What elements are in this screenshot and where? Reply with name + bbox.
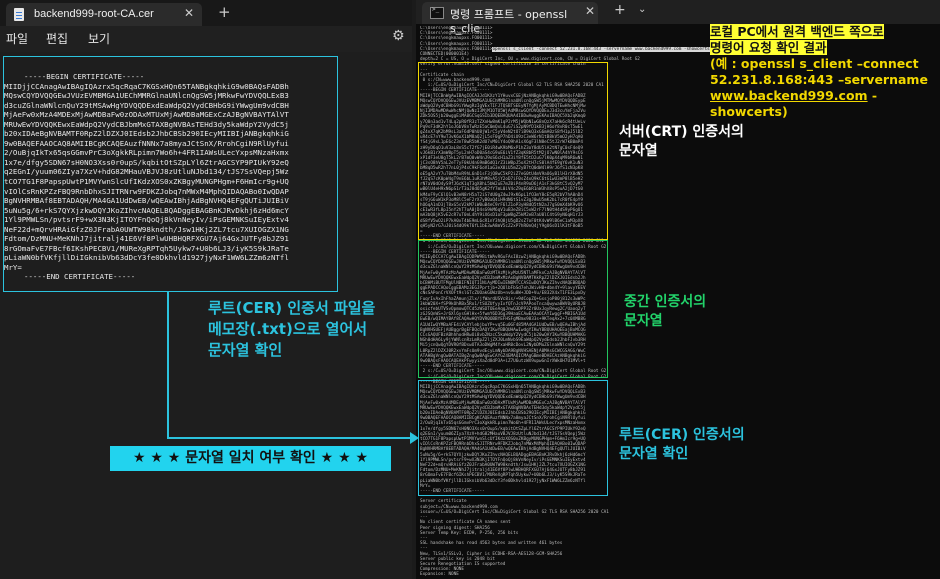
intermediate-cert-label: 중간 인증서의 문자열	[624, 293, 706, 331]
notepad-menu-bar: 파일 편집 보기 ⚙	[0, 26, 412, 50]
server-cert-label-line-1: 서버(CRT) 인증서의	[619, 124, 744, 140]
notepad-tab[interactable]: backend999-root-CA.cer ✕	[6, 3, 202, 26]
notepad-window: backend999-root-CA.cer ✕ + 파일 편집 보기 ⚙ --…	[0, 0, 412, 579]
callout-line-4: 52.231.8.168:443 –servername	[710, 72, 928, 87]
terminal-line: Expansion: NONE	[420, 572, 459, 576]
callout-line-3: (예 : openssl s_client –connect	[710, 56, 919, 71]
menu-file[interactable]: 파일	[6, 30, 28, 47]
menu-edit[interactable]: 편집	[46, 30, 68, 47]
terminal-tab-bar: 명령 프롬프트 - openssl s_clie ✕ + ⌄	[416, 0, 940, 35]
chevron-down-icon[interactable]: ⌄	[638, 4, 646, 15]
root-cert-terminal-label: 루트(CER) 인증서의 문자열 확인	[619, 426, 745, 464]
menu-view[interactable]: 보기	[88, 30, 110, 47]
new-tab-plus-icon[interactable]: +	[218, 3, 231, 21]
command-prompt-icon	[430, 6, 444, 19]
terminal-tab[interactable]: 명령 프롬프트 - openssl s_clie ✕	[422, 2, 598, 35]
match-check-badge: ★ ★ ★ 문자열 일치 여부 확인 ★ ★ ★	[110, 446, 391, 471]
document-icon	[14, 8, 24, 21]
notepad-label-line-3: 문자열 확인	[208, 341, 283, 359]
server-cert-highlight-box	[418, 62, 608, 240]
connector-arrow-icon	[410, 432, 419, 444]
close-icon[interactable]: ✕	[585, 4, 595, 18]
new-tab-plus-icon[interactable]: +	[614, 2, 626, 18]
root-cert-highlight-box	[3, 56, 338, 292]
intermediate-cert-highlight-box	[418, 240, 608, 378]
notepad-label: 루트(CER) 인증서 파일을 메모장(.txt)으로 열어서 문자열 확인	[208, 298, 375, 361]
root-cert-terminal-highlight-box	[418, 380, 608, 496]
root-cert-terminal-label-line-2: 문자열 확인	[619, 446, 689, 462]
command-callout: 로컬 PC에서 원격 백엔드 쪽으로 명령어 요청 확인 결과 (예 : ope…	[710, 24, 938, 120]
callout-line-2: 명령어 요청 확인 결과	[710, 40, 827, 55]
intermediate-cert-label-line-1: 중간 인증서의	[624, 294, 707, 310]
notepad-tab-title: backend999-root-CA.cer	[34, 8, 154, 20]
callout-line-5: www.backend999.com	[710, 88, 868, 103]
notepad-tab-bar: backend999-root-CA.cer ✕ +	[0, 0, 412, 26]
server-cert-label: 서버(CRT) 인증서의 문자열	[619, 123, 744, 161]
server-cert-label-line-2: 문자열	[619, 143, 658, 159]
notepad-label-line-1: 루트(CER) 인증서 파일을	[208, 299, 376, 317]
root-cert-terminal-label-line-1: 루트(CER) 인증서의	[619, 427, 745, 443]
connector-line-horizontal	[167, 437, 417, 439]
notepad-label-line-2: 메모장(.txt)으로 열어서	[208, 320, 368, 338]
openssl-command: openssl s_client -connect 52.231.8.168:4…	[492, 46, 710, 52]
close-icon[interactable]: ✕	[184, 6, 194, 20]
gear-icon[interactable]: ⚙	[392, 28, 405, 44]
callout-line-1: 로컬 PC에서 원격 백엔드 쪽으로	[710, 24, 884, 39]
connector-line-vertical	[167, 292, 169, 438]
intermediate-cert-label-line-2: 문자열	[624, 313, 663, 329]
